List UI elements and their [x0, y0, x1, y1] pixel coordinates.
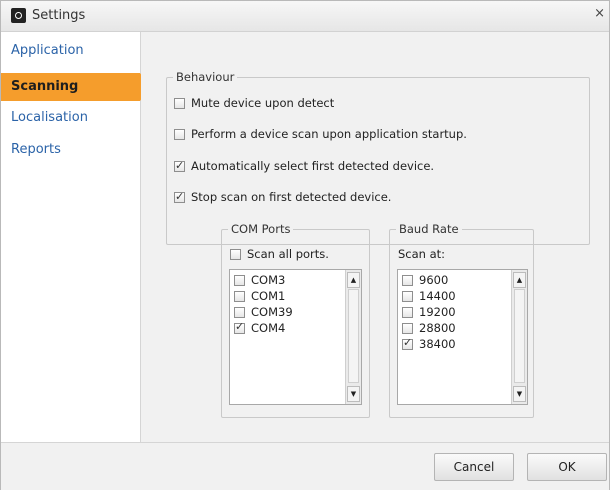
auto-select-label: Automatically select first detected devi…: [191, 159, 435, 173]
settings-window: Settings × Application Scanning Localisa…: [0, 0, 610, 490]
dialog-footer: Cancel OK: [1, 442, 609, 490]
list-item-9600[interactable]: 9600: [402, 273, 448, 287]
scan-at-label: Scan at:: [398, 247, 446, 261]
checkbox-box[interactable]: [402, 336, 413, 350]
scroll-thumb[interactable]: [348, 289, 359, 383]
sidebar: Application Scanning Localisation Report…: [1, 32, 150, 442]
stop-scan-label: Stop scan on first detected device.: [191, 190, 392, 204]
checkbox-box[interactable]: [234, 307, 245, 318]
checkbox-box[interactable]: [230, 249, 241, 260]
behaviour-legend: Behaviour: [176, 70, 235, 84]
window-title: Settings: [32, 8, 86, 23]
checkbox-box[interactable]: [234, 291, 245, 302]
scroll-down-arrow-icon[interactable]: ▼: [513, 386, 526, 402]
mute-device-label: Mute device upon detect: [191, 96, 335, 110]
rate-label: 38400: [419, 337, 456, 351]
checkbox-box[interactable]: [174, 158, 185, 174]
sidebar-item-application[interactable]: Application: [1, 37, 140, 65]
scroll-thumb[interactable]: [514, 289, 525, 383]
checkbox-box[interactable]: [234, 320, 245, 334]
settings-app-icon: [11, 8, 26, 23]
stop-scan-checkbox[interactable]: Stop scan on first detected device.: [174, 189, 391, 205]
list-item-38400[interactable]: 38400: [402, 336, 456, 351]
checkbox-box[interactable]: [402, 323, 413, 334]
port-label: COM39: [251, 305, 293, 319]
checkbox-box[interactable]: [402, 307, 413, 318]
list-item-28800[interactable]: 28800: [402, 321, 456, 335]
rate-label: 28800: [419, 321, 456, 335]
com-ports-scrollbar[interactable]: ▲ ▼: [345, 270, 361, 404]
checkbox-box[interactable]: [402, 275, 413, 286]
startup-scan-label: Perform a device scan upon application s…: [191, 127, 467, 141]
com-ports-legend: COM Ports: [231, 222, 291, 236]
checkbox-box[interactable]: [234, 275, 245, 286]
scroll-down-arrow-icon[interactable]: ▼: [347, 386, 360, 402]
port-label: COM4: [251, 321, 286, 335]
rate-label: 14400: [419, 289, 456, 303]
mute-device-checkbox[interactable]: Mute device upon detect: [174, 95, 334, 111]
close-icon[interactable]: ×: [594, 6, 605, 21]
checkbox-box[interactable]: [402, 291, 413, 302]
ok-button[interactable]: OK: [527, 453, 607, 481]
sidebar-item-reports[interactable]: Reports: [1, 136, 140, 164]
scan-all-ports-label: Scan all ports.: [247, 247, 329, 261]
title-bar: Settings ×: [1, 1, 609, 32]
auto-select-checkbox[interactable]: Automatically select first detected devi…: [174, 158, 434, 174]
list-item-19200[interactable]: 19200: [402, 305, 456, 319]
scroll-up-arrow-icon[interactable]: ▲: [513, 272, 526, 288]
scan-all-ports-checkbox[interactable]: Scan all ports.: [230, 246, 329, 262]
com-ports-list[interactable]: COM3 COM1 COM39 COM4 ▲ ▼: [229, 269, 362, 405]
checkbox-box[interactable]: [174, 129, 185, 140]
rate-label: 9600: [419, 273, 449, 287]
list-item-com39[interactable]: COM39: [234, 305, 293, 319]
scroll-up-arrow-icon[interactable]: ▲: [347, 272, 360, 288]
port-label: COM3: [251, 273, 286, 287]
startup-scan-checkbox[interactable]: Perform a device scan upon application s…: [174, 126, 467, 142]
cancel-button[interactable]: Cancel: [434, 453, 514, 481]
baud-rate-scrollbar[interactable]: ▲ ▼: [511, 270, 527, 404]
port-label: COM1: [251, 289, 286, 303]
list-item-com4[interactable]: COM4: [234, 320, 286, 335]
list-item-14400[interactable]: 14400: [402, 289, 456, 303]
baud-rate-legend: Baud Rate: [399, 222, 459, 236]
baud-rate-list[interactable]: 9600 14400 19200 28800 38400 ▲ ▼: [397, 269, 528, 405]
list-item-com3[interactable]: COM3: [234, 273, 285, 287]
sidebar-item-localisation[interactable]: Localisation: [1, 104, 140, 132]
sidebar-item-scanning[interactable]: Scanning: [1, 73, 150, 101]
scanning-panel: Behaviour Mute device upon detect Perfor…: [141, 32, 609, 442]
rate-label: 19200: [419, 305, 456, 319]
checkbox-box[interactable]: [174, 98, 185, 109]
list-item-com1[interactable]: COM1: [234, 289, 285, 303]
checkbox-box[interactable]: [174, 189, 185, 205]
